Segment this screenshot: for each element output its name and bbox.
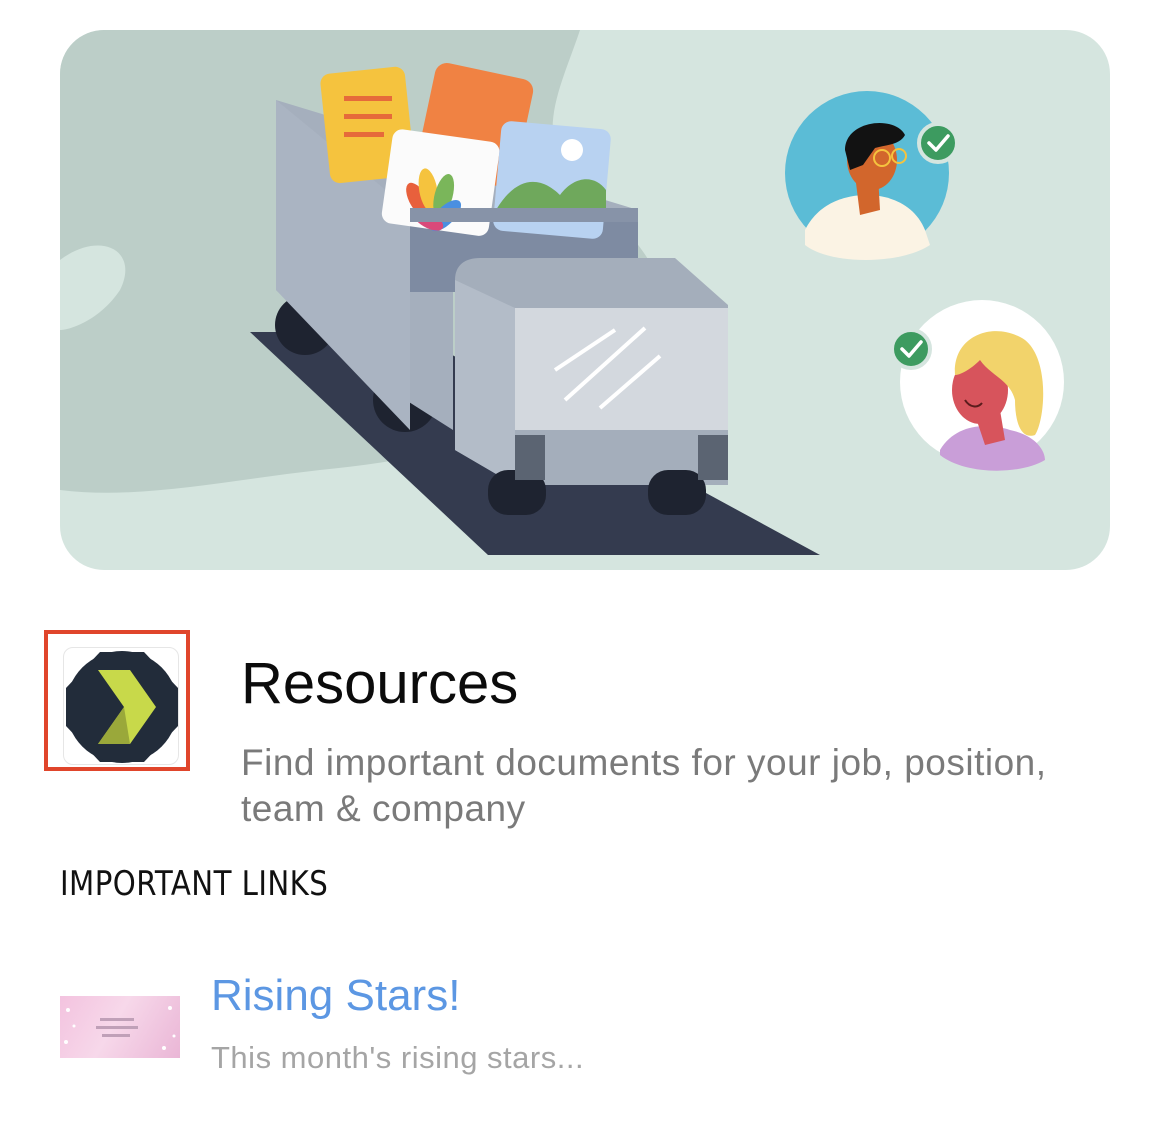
link-thumbnail bbox=[60, 996, 180, 1058]
page-description: Find important documents for your job, p… bbox=[241, 742, 1047, 829]
chevron-logo-icon bbox=[66, 651, 178, 763]
thumbnail-image bbox=[64, 1006, 176, 1050]
app-logo-tile[interactable] bbox=[63, 647, 179, 765]
link-item-rising-stars[interactable]: Rising Stars! This month's rising stars.… bbox=[60, 960, 1110, 1090]
hero-illustration bbox=[60, 30, 1110, 570]
link-description: This month's rising stars... bbox=[211, 1040, 585, 1075]
link-title[interactable]: Rising Stars! bbox=[211, 970, 460, 1022]
page-title: Resources bbox=[241, 651, 519, 716]
truck-documents-illustration bbox=[60, 30, 1064, 555]
section-heading-important-links: IMPORTANT LINKS bbox=[60, 864, 329, 904]
app-icon-highlight[interactable] bbox=[44, 630, 190, 771]
